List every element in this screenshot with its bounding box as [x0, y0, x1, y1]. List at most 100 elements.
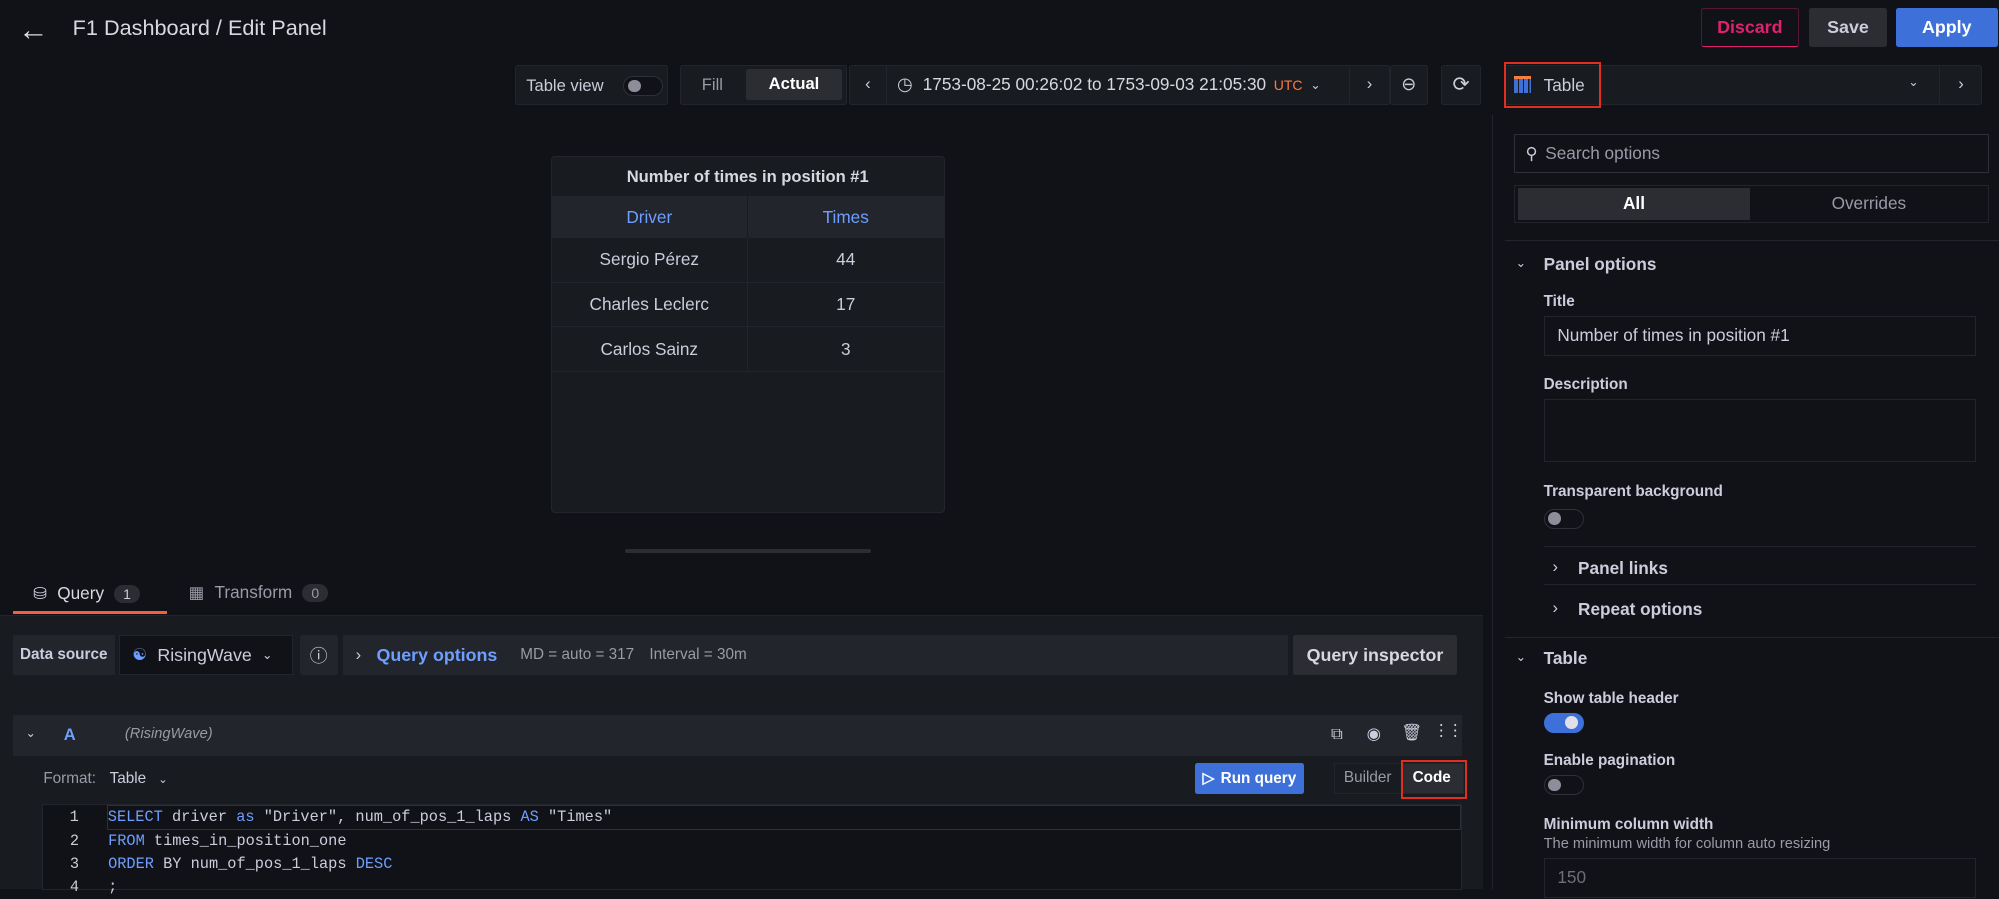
- sql-keyword: SELECT: [107, 808, 163, 827]
- delete-query-icon[interactable]: 🗑: [1401, 723, 1422, 743]
- title-input[interactable]: Number of times in position #1: [1543, 316, 1976, 356]
- search-icon: ⚲: [1525, 143, 1538, 163]
- cell-times: 44: [747, 238, 944, 283]
- show-table-header-toggle[interactable]: [1543, 712, 1584, 733]
- enable-pagination-label: Enable pagination: [1543, 752, 1676, 770]
- sql-keyword: FROM: [108, 832, 145, 851]
- query-options-link[interactable]: Query options: [376, 645, 497, 666]
- chevron-right-icon[interactable]: ›: [1553, 598, 1559, 618]
- sql-text: BY num_of_pos_1_laps: [153, 855, 356, 874]
- refresh-icon[interactable]: ⟳: [1440, 65, 1482, 105]
- cell-times: 17: [747, 283, 944, 328]
- enable-pagination-toggle[interactable]: [1543, 775, 1584, 795]
- time-range-text[interactable]: 1753-08-25 00:26:02 to 1753-09-03 21:05:…: [923, 74, 1266, 95]
- query-options-bar[interactable]: › Query options MD = auto = 317 Interval…: [342, 634, 1288, 676]
- code-line: 1 SELECT driver as "Driver", num_of_pos_1…: [70, 805, 1462, 831]
- tab-label: Transform: [214, 582, 293, 603]
- chevron-right-icon[interactable]: ›: [1553, 557, 1559, 577]
- back-arrow-icon[interactable]: ←: [18, 13, 49, 48]
- sql-text: times_in_position_one: [144, 832, 347, 851]
- zoom-out-icon[interactable]: ⊖: [1389, 65, 1428, 105]
- divider: [1505, 239, 1999, 241]
- collapse-query-icon[interactable]: ⌄: [25, 725, 36, 741]
- timezone-label: UTC: [1273, 76, 1303, 93]
- search-options-input[interactable]: ⚲ Search options: [1514, 133, 1989, 174]
- query-ref-id[interactable]: A: [64, 725, 76, 745]
- collapse-options-icon[interactable]: ›: [1938, 66, 1982, 103]
- sql-text: "Driver", num_of_pos_1_laps: [254, 808, 521, 827]
- options-tabs: All Overrides: [1514, 184, 1989, 224]
- sql-code-editor[interactable]: 1 SELECT driver as "Driver", num_of_pos_1…: [42, 804, 1463, 896]
- format-value: Table: [109, 769, 147, 787]
- run-query-button[interactable]: ▷ Run query: [1194, 763, 1305, 794]
- sql-keyword: as: [236, 808, 255, 827]
- table-body: Sergio Pérez 44 Charles Leclerc 17 Carlos Sa…: [551, 238, 944, 372]
- tab-count-badge: 0: [302, 583, 329, 603]
- repeat-options-header[interactable]: Repeat options: [1578, 599, 1702, 620]
- options-pane: ⚲ Search options All Overrides ⌄ Panel o…: [1491, 114, 1999, 898]
- table-view-toggle[interactable]: Table view: [515, 65, 669, 105]
- chevron-down-icon: ⌄: [158, 773, 168, 786]
- table-view-switch[interactable]: [623, 76, 664, 97]
- transparent-background-label: Transparent background: [1543, 483, 1723, 501]
- time-forward-icon[interactable]: ›: [1349, 66, 1388, 104]
- sql-keyword: AS: [520, 808, 539, 827]
- chevron-down-icon: ⌄: [1908, 73, 1919, 89]
- sql-keyword: DESC: [355, 855, 393, 874]
- help-icon[interactable]: ⓘ: [299, 634, 338, 676]
- table-section-header[interactable]: Table: [1544, 648, 1588, 669]
- tab-query[interactable]: ⛁ Query 1: [12, 576, 167, 615]
- min-column-width-input[interactable]: 150: [1543, 858, 1976, 898]
- query-row-header[interactable]: ⌄ A (RisingWave) ⧉ ◉ 🗑 ⋮⋮: [12, 714, 1464, 756]
- save-button[interactable]: Save: [1809, 7, 1887, 48]
- time-range-picker[interactable]: ‹ ◷ 1753-08-25 00:26:02 to 1753-09-03 21…: [849, 65, 1390, 105]
- table-row: Carlos Sainz 3: [551, 327, 944, 372]
- panel-links-header[interactable]: Panel links: [1578, 558, 1668, 579]
- time-back-icon[interactable]: ‹: [850, 66, 887, 104]
- column-header-driver[interactable]: Driver: [552, 196, 748, 239]
- transparent-background-toggle[interactable]: [1543, 508, 1584, 529]
- play-icon: ▷: [1202, 770, 1215, 788]
- drag-handle-icon[interactable]: ⋮⋮: [1433, 721, 1464, 741]
- apply-button[interactable]: Apply: [1895, 7, 1998, 48]
- table-header: Driver Times: [551, 196, 944, 239]
- description-textarea[interactable]: [1543, 399, 1976, 462]
- viz-label: Table: [1543, 74, 1585, 95]
- query-editor-area: Data source ☯ RisingWave ⌄ ⓘ › Query opt…: [0, 614, 1483, 896]
- chevron-down-icon: ⌄: [1310, 76, 1321, 92]
- data-source-picker[interactable]: ☯ RisingWave ⌄: [118, 634, 294, 676]
- visualization-picker[interactable]: Table ⌄ ›: [1504, 62, 1983, 109]
- chevron-right-icon: ›: [355, 645, 362, 664]
- divider: [1543, 545, 1976, 547]
- postgres-icon: ☯: [132, 645, 148, 664]
- database-icon: ⛁: [33, 583, 48, 603]
- sql-text: "Times": [538, 808, 613, 827]
- chevron-down-icon[interactable]: ⌄: [1516, 255, 1527, 271]
- panel-resize-handle[interactable]: [624, 549, 871, 554]
- tab-overrides[interactable]: Overrides: [1753, 188, 1985, 219]
- cell-times: 3: [747, 327, 944, 372]
- table-row: Sergio Pérez 44: [551, 238, 944, 283]
- fill-button[interactable]: Fill: [681, 66, 745, 103]
- query-inspector-button[interactable]: Query inspector: [1292, 634, 1458, 676]
- actual-button[interactable]: Actual: [745, 68, 843, 101]
- sql-text: ;: [108, 877, 118, 896]
- column-header-times[interactable]: Times: [748, 196, 944, 238]
- builder-mode-button[interactable]: Builder: [1335, 764, 1401, 793]
- toggle-visibility-icon[interactable]: ◉: [1367, 724, 1381, 744]
- panel-options-header[interactable]: Panel options: [1544, 254, 1657, 275]
- table-viz-icon: [1514, 76, 1531, 93]
- format-label: Format:: [43, 769, 96, 787]
- tab-all[interactable]: All: [1517, 188, 1751, 220]
- duplicate-query-icon[interactable]: ⧉: [1331, 724, 1343, 744]
- discard-button[interactable]: Discard: [1700, 7, 1799, 48]
- chevron-down-icon[interactable]: ⌄: [1516, 649, 1527, 665]
- divider: [1505, 637, 1999, 639]
- format-select[interactable]: Table ⌄: [110, 770, 168, 788]
- title-label: Title: [1543, 293, 1575, 311]
- chevron-down-icon: ⌄: [261, 647, 273, 662]
- min-column-width-description: The minimum width for column auto resizi…: [1543, 836, 1831, 853]
- interval: Interval = 30m: [649, 646, 747, 663]
- tab-transform[interactable]: ▦ Transform 0: [189, 576, 329, 609]
- code-highlight: [1401, 759, 1468, 800]
